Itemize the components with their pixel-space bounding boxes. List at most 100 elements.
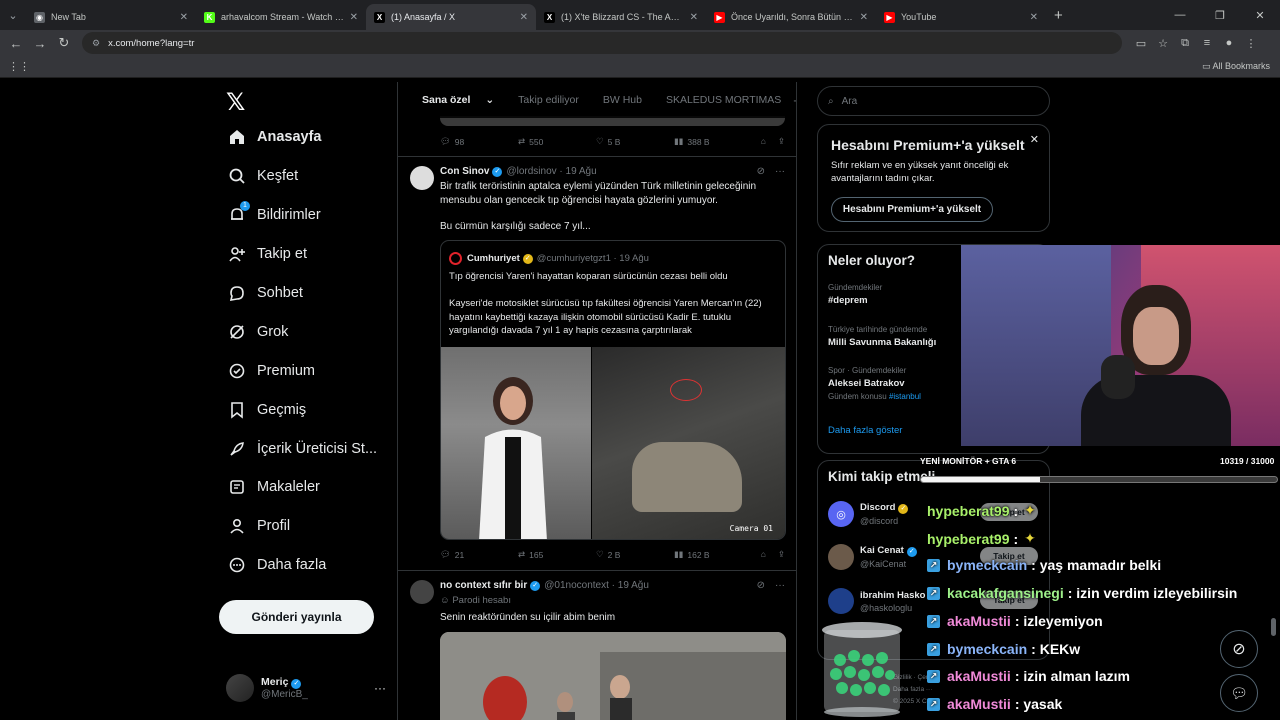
suggestion-row[interactable]: ◎ Discord ✓ @discord (828, 501, 909, 527)
suggestion-row[interactable]: Kai Cenat ✓ @KaiCenat (828, 544, 917, 570)
scrollbar[interactable] (1271, 618, 1276, 636)
more-icon[interactable]: ··· (775, 580, 785, 591)
browser-tab[interactable]: ▶ Önce Uyarıldı, Sonra Bütün Ma ✕ (706, 4, 876, 30)
suggestion-row[interactable]: ibrahim Hasko @haskologlu (828, 588, 925, 614)
tab-close-icon[interactable]: ✕ (1030, 12, 1038, 23)
tab-for-you[interactable]: Sana özel ⌄ (410, 94, 494, 106)
share-icon[interactable]: ⇪ (778, 136, 785, 147)
browser-tab[interactable]: ▶ YouTube ✕ (876, 4, 1046, 30)
tab-bw-hub[interactable]: BW Hub (603, 94, 642, 106)
nav-item-grok[interactable]: Grok (226, 321, 288, 343)
close-window-icon[interactable]: ✕ (1240, 0, 1280, 30)
grok-float-button[interactable]: ⊘ (1220, 630, 1258, 668)
bookmark-icon[interactable]: ⌂ (761, 549, 766, 560)
tab-close-icon[interactable]: ✕ (180, 12, 188, 23)
views-button[interactable]: ▮▮ 388 B (674, 136, 756, 147)
author-name[interactable]: Con Sinov (440, 166, 489, 177)
post-text: Bir trafik teröristinin aptalca eylemi y… (440, 181, 757, 206)
forward-icon[interactable]: → (28, 36, 52, 51)
nav-item-article[interactable]: Makaleler (226, 476, 320, 498)
reply-button[interactable]: 💬︎ 98 (440, 136, 518, 147)
trend-item[interactable]: Türkiye tarihinde gündemde Milli Savunma… (828, 325, 968, 348)
messages-float-button[interactable]: 💬︎ (1220, 674, 1258, 712)
site-info-icon[interactable]: ⚙ (92, 38, 100, 49)
grok-icon[interactable]: ⊘ (757, 166, 765, 177)
more-dots-icon[interactable]: ··· (374, 681, 386, 695)
new-tab-button[interactable]: + (1054, 7, 1063, 24)
tab-favicon-icon: X (544, 11, 555, 23)
chat-message: ↗ akaMustii: yasak (927, 696, 1062, 712)
like-button[interactable]: ♡ 5 B (596, 136, 674, 147)
quote-header: Cumhuriyet ✓ @cumhuriyetgzt1 · 19 Ağu (449, 252, 649, 265)
verified-icon: ✓ (291, 679, 302, 689)
trend-item[interactable]: Spor · Gündemdekiler Aleksei Batrakov Gü… (828, 366, 968, 401)
tab-following[interactable]: Takip ediliyor (518, 94, 579, 106)
avatar[interactable] (410, 580, 434, 604)
tab-close-icon[interactable]: ✕ (690, 12, 698, 23)
chat-text: : (1013, 530, 1019, 547)
star-icon[interactable]: ☆ (1152, 37, 1174, 50)
quoted-post[interactable]: Cumhuriyet ✓ @cumhuriyetgzt1 · 19 Ağu Tı… (440, 240, 786, 540)
tab-skaledus[interactable]: SKALEDUS MORTIMAS (666, 94, 781, 106)
quote-image-car[interactable]: Camera 01 (592, 347, 785, 539)
browser-tab[interactable]: X (1) X'te Blizzard CS - The Ameri ✕ (536, 4, 706, 30)
browser-tab[interactable]: ◉ New Tab ✕ (26, 4, 196, 30)
menu-icon[interactable]: ⋮ (1240, 37, 1262, 50)
trends-show-more[interactable]: Daha fazla göster (828, 425, 902, 436)
nav-item-home[interactable]: Anasayfa (226, 126, 321, 148)
add-tab-icon[interactable]: + (793, 93, 796, 108)
share-icon[interactable]: ⇪ (778, 549, 785, 560)
grok-icon[interactable]: ⊘ (757, 580, 765, 591)
bookmark-icon[interactable]: ⌂ (761, 136, 766, 147)
nav-item-search[interactable]: Keşfet (226, 165, 298, 187)
cast-icon[interactable]: ▭ (1130, 37, 1152, 50)
repost-button[interactable]: ⇄ 550 (518, 136, 596, 147)
apps-icon[interactable]: ⋮⋮ (8, 60, 30, 73)
back-icon[interactable]: ← (4, 36, 28, 51)
minimize-icon[interactable]: — (1160, 0, 1200, 30)
profile-icon[interactable]: ● (1218, 37, 1240, 50)
nav-item-chat[interactable]: Sohbet (226, 282, 303, 304)
search-input[interactable]: ⌕ Ara (817, 86, 1050, 116)
like-button[interactable]: ♡ 2 B (596, 549, 674, 560)
browser-tab[interactable]: Karhavalcom Stream - Watch Liv ✕ (196, 4, 366, 30)
reload-icon[interactable]: ↻ (52, 35, 76, 51)
nav-item-premium[interactable]: Premium (226, 360, 315, 382)
close-icon[interactable]: ✕ (1030, 133, 1039, 146)
tab-close-icon[interactable]: ✕ (520, 12, 528, 23)
tab-close-icon[interactable]: ✕ (860, 12, 868, 23)
nav-item-bell[interactable]: 1 Bildirimler (226, 201, 321, 226)
post-header: Con Sinov ✓ @lordsinov · 19 Ağu ⊘ ··· (440, 166, 785, 177)
trend-extra-tag[interactable]: #istanbul (889, 392, 921, 401)
nav-item-profile[interactable]: Profil (226, 515, 290, 537)
extensions-icon[interactable]: ⧉ (1174, 37, 1196, 50)
x-logo-icon[interactable]: 𝕏 (226, 88, 245, 117)
post-button[interactable]: Gönderi yayınla (219, 600, 374, 634)
post-image[interactable] (440, 632, 786, 720)
account-switcher[interactable]: Meriç ✓ @MericB_ ··· (226, 674, 386, 702)
nav-item-rocket[interactable]: İçerik Üreticisi St... (226, 438, 377, 460)
views-button[interactable]: ▮▮ 162 B (674, 549, 756, 560)
author-name[interactable]: no context sıfır bir (440, 580, 527, 591)
browser-tab[interactable]: X (1) Anasayfa / X ✕ (366, 4, 536, 30)
author-meta: @01nocontext · 19 Ağu (544, 580, 649, 591)
avatar[interactable] (410, 166, 434, 190)
chat-text: : izleyemiyon (1014, 613, 1103, 629)
trend-item[interactable]: Gündemdekiler #deprem (828, 283, 968, 306)
media-icon[interactable]: ≡ (1196, 37, 1218, 50)
nav-item-follow[interactable]: Takip et (226, 243, 307, 265)
more-icon[interactable]: ··· (775, 166, 785, 177)
address-bar[interactable]: ⚙ x.com/home?lang=tr (82, 32, 1122, 54)
nav-item-bookmark[interactable]: Geçmiş (226, 399, 306, 421)
quote-image-person[interactable] (441, 347, 591, 539)
suggestion-name: Kai Cenat (860, 545, 904, 556)
reply-button[interactable]: 💬︎ 21 (440, 549, 518, 560)
maximize-icon[interactable]: ❐ (1200, 0, 1240, 30)
all-bookmarks[interactable]: ▭ All Bookmarks (1202, 61, 1270, 72)
premium-upgrade-button[interactable]: Hesabını Premium+'a yükselt (831, 197, 993, 222)
browser-toolbar: ← → ↻ ⚙ x.com/home?lang=tr ▭ ☆ ⧉ ≡ ● ⋮ (0, 30, 1280, 56)
repost-button[interactable]: ⇄ 165 (518, 549, 596, 560)
nav-item-more[interactable]: Daha fazla (226, 554, 326, 576)
tab-close-icon[interactable]: ✕ (350, 12, 358, 23)
tab-search-icon[interactable]: ⌄ (0, 0, 26, 30)
